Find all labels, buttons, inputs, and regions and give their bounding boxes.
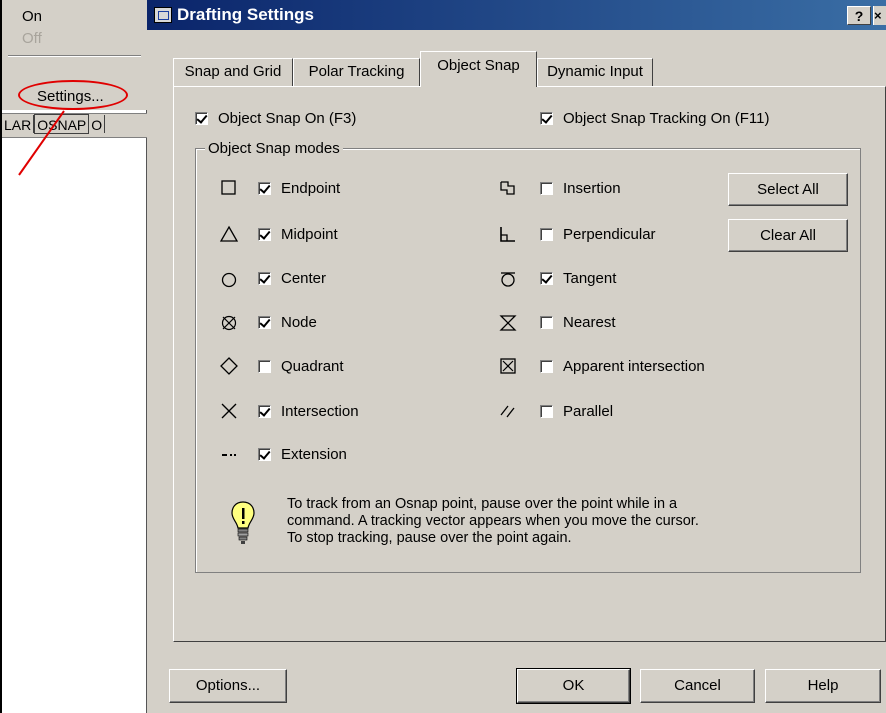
quadrant-diamond-icon xyxy=(220,357,238,375)
parallel-icon xyxy=(500,405,515,418)
tip-line: command. A tracking vector appears when … xyxy=(287,513,699,529)
checkbox-box[interactable] xyxy=(258,316,271,329)
apparent-intersection-icon xyxy=(500,358,516,374)
tab-snap-and-grid[interactable]: Snap and Grid xyxy=(173,58,293,86)
checkbox-box[interactable] xyxy=(258,228,271,241)
midpoint-triangle-icon xyxy=(219,225,239,242)
tangent-checkbox[interactable]: Tangent xyxy=(540,270,616,287)
nearest-hourglass-icon xyxy=(499,315,517,331)
ok-button[interactable]: OK xyxy=(516,668,631,704)
center-circle-icon xyxy=(221,272,237,288)
extension-checkbox[interactable]: Extension xyxy=(258,446,347,463)
help-button[interactable]: Help xyxy=(765,669,881,703)
annotation-arrow-line xyxy=(18,110,65,176)
lightbulb-icon xyxy=(231,501,255,544)
context-menu-area: On Off Settings... LAR OSNAP O xyxy=(0,0,147,713)
endpoint-square-icon xyxy=(221,180,236,195)
midpoint-checkbox[interactable]: Midpoint xyxy=(258,226,338,243)
tab-dynamic-input[interactable]: Dynamic Input xyxy=(537,58,653,86)
tip-line: To track from an Osnap point, pause over… xyxy=(287,496,678,512)
insertion-label: Insertion xyxy=(563,180,621,197)
checkbox-box[interactable] xyxy=(258,360,271,373)
intersection-checkbox[interactable]: Intersection xyxy=(258,403,359,420)
endpoint-checkbox[interactable]: Endpoint xyxy=(258,180,340,197)
tangent-icon xyxy=(501,272,515,287)
tracking-tip: To track from an Osnap point, pause over… xyxy=(287,496,807,547)
object-snap-tracking-on-checkbox[interactable]: Object Snap Tracking On (F11) xyxy=(540,110,769,127)
tangent-label: Tangent xyxy=(563,270,617,287)
object-snap-on-label: Object Snap On (F3) xyxy=(218,110,357,127)
object-snap-modes-title: Object Snap modes xyxy=(205,140,343,157)
perpendicular-checkbox[interactable]: Perpendicular xyxy=(540,226,656,243)
center-label: Center xyxy=(281,270,327,287)
tab-polar-tracking[interactable]: Polar Tracking xyxy=(293,58,420,86)
center-checkbox[interactable]: Center xyxy=(258,270,326,287)
midpoint-label: Midpoint xyxy=(281,226,338,243)
insertion-checkbox[interactable]: Insertion xyxy=(540,180,621,197)
checkbox-box[interactable] xyxy=(540,228,553,241)
select-all-button[interactable]: Select All xyxy=(728,173,848,206)
tab-object-snap[interactable]: Object Snap xyxy=(420,51,537,87)
checkbox-box[interactable] xyxy=(195,112,208,125)
apparent-intersection-checkbox[interactable]: Apparent intersection xyxy=(540,358,705,375)
checkbox-box[interactable] xyxy=(540,182,553,195)
quadrant-checkbox[interactable]: Quadrant xyxy=(258,358,344,375)
title-close-button[interactable]: × xyxy=(873,6,886,25)
insertion-icon xyxy=(500,181,515,195)
endpoint-label: Endpoint xyxy=(281,180,341,197)
cancel-button[interactable]: Cancel xyxy=(640,669,755,703)
object-snap-on-checkbox[interactable]: Object Snap On (F3) xyxy=(195,110,356,127)
checkbox-box[interactable] xyxy=(258,182,271,195)
node-label: Node xyxy=(281,314,317,331)
checkbox-box[interactable] xyxy=(258,272,271,285)
perpendicular-icon xyxy=(500,227,515,242)
perpendicular-label: Perpendicular xyxy=(563,226,656,243)
title-bar[interactable]: Drafting Settings ? × xyxy=(147,0,886,30)
extension-label: Extension xyxy=(281,446,347,463)
checkbox-box[interactable] xyxy=(540,112,553,125)
quadrant-label: Quadrant xyxy=(281,358,344,375)
nearest-checkbox[interactable]: Nearest xyxy=(540,314,616,331)
object-snap-tracking-on-label: Object Snap Tracking On (F11) xyxy=(563,110,770,127)
dialog-title: Drafting Settings xyxy=(177,5,314,24)
node-checkbox[interactable]: Node xyxy=(258,314,317,331)
checkbox-box[interactable] xyxy=(540,316,553,329)
checkbox-box[interactable] xyxy=(540,272,553,285)
options-button[interactable]: Options... xyxy=(169,669,287,703)
node-icon xyxy=(221,315,237,331)
nearest-label: Nearest xyxy=(563,314,616,331)
checkbox-box[interactable] xyxy=(540,405,553,418)
intersection-x-icon xyxy=(221,403,237,419)
extension-dashes-icon xyxy=(222,454,236,456)
apparent-intersection-label: Apparent intersection xyxy=(563,358,705,375)
checkbox-box[interactable] xyxy=(540,360,553,373)
checkbox-box[interactable] xyxy=(258,405,271,418)
dialog-app-icon xyxy=(154,7,172,23)
intersection-label: Intersection xyxy=(281,403,359,420)
clear-all-button[interactable]: Clear All xyxy=(728,219,848,252)
title-help-button[interactable]: ? xyxy=(847,6,871,25)
checkbox-box[interactable] xyxy=(258,448,271,461)
tip-line: To stop tracking, pause over the point a… xyxy=(287,530,572,546)
parallel-checkbox[interactable]: Parallel xyxy=(540,403,613,420)
parallel-label: Parallel xyxy=(563,403,614,420)
